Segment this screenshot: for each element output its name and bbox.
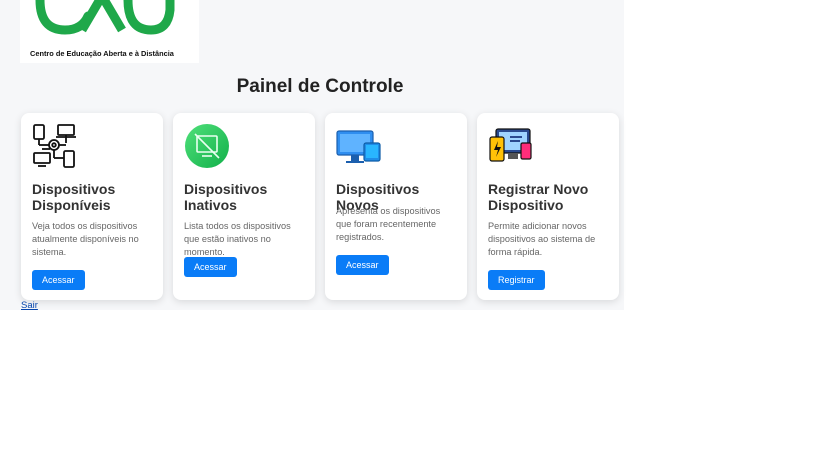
cead-logo: Centro de Educação Aberta e à Distância xyxy=(20,0,199,63)
card-new-devices: Dispositivos Novos Apresenta os disposit… xyxy=(325,113,467,300)
access-available-button[interactable]: Acessar xyxy=(32,270,85,290)
computer-phone-icon xyxy=(336,130,381,163)
dashboard-page: Centro de Educação Aberta e à Distância … xyxy=(0,0,624,311)
card-inactive-devices: Dispositivos Inativos Lista todos os dis… xyxy=(173,113,315,300)
card-available-devices: Dispositivos Disponíveis Veja todos os d… xyxy=(21,113,163,300)
card-register-device: Registrar Novo Dispositivo Permite adici… xyxy=(477,113,619,300)
card-description: Veja todos os dispositivos atualmente di… xyxy=(32,221,139,257)
card-description: Permite adicionar novos dispositivos ao … xyxy=(488,221,596,257)
network-devices-icon xyxy=(33,124,76,168)
register-device-icon xyxy=(489,128,532,162)
page-title: Painel de Controle xyxy=(236,76,404,97)
card-title: Dispositivos Inativos xyxy=(184,181,268,213)
card-title: Registrar Novo Dispositivo xyxy=(488,181,589,213)
card-description: Apresenta os dispositivos que foram rece… xyxy=(336,206,441,242)
logo-caption: Centro de Educação Aberta e à Distância xyxy=(30,49,174,58)
access-new-button[interactable]: Acessar xyxy=(336,255,389,275)
access-inactive-button[interactable]: Acessar xyxy=(184,257,237,277)
card-title: Dispositivos Disponíveis xyxy=(32,181,116,213)
inactive-device-icon xyxy=(185,124,229,168)
card-description: Lista todos os dispositivos que estão in… xyxy=(184,221,291,257)
logout-link[interactable]: Sair xyxy=(21,300,38,311)
register-button[interactable]: Registrar xyxy=(488,270,545,290)
